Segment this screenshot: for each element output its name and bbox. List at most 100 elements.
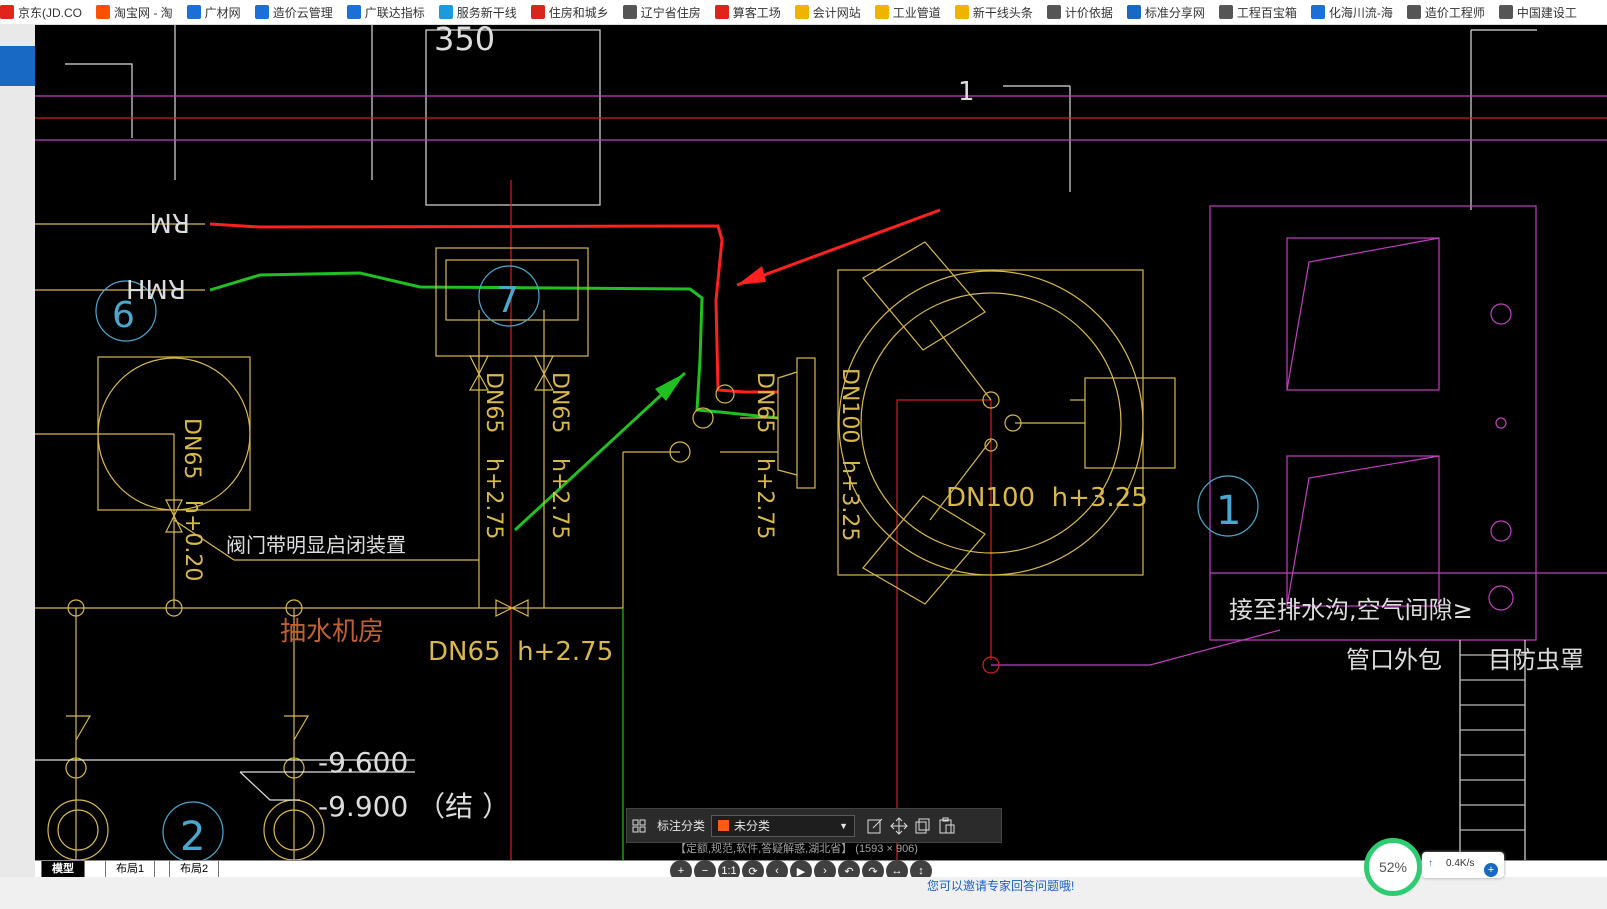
tab-layout1[interactable]: 布局1 xyxy=(105,861,156,878)
bookmark-label: 辽宁省住房 xyxy=(640,5,701,20)
bookmark-item[interactable]: 标准分享网 xyxy=(1126,4,1205,21)
h275-v3: h+2.75 xyxy=(547,458,572,539)
sidebar-active-marker[interactable] xyxy=(0,46,35,86)
bookmark-label: 广材网 xyxy=(204,5,241,20)
valve-note: 阀门带明显启闭装置 xyxy=(226,533,406,557)
dn65-v2: DN65 xyxy=(481,372,506,433)
taobao-icon xyxy=(96,5,110,19)
bookmark-item[interactable]: 住房和城乡 xyxy=(530,4,609,21)
h020-v: h+0.20 xyxy=(180,500,205,581)
dn65-main-label: DN65 h+2.75 xyxy=(428,637,613,667)
dn65-v1: DN65 xyxy=(179,418,204,479)
left-sidebar xyxy=(0,24,35,909)
bookmark-item[interactable]: 服务新干线 xyxy=(438,4,517,21)
circle-7-label: 7 xyxy=(496,280,519,321)
magenta-lines xyxy=(35,95,1607,666)
bookmark-item[interactable]: 淘宝网 - 淘 xyxy=(96,4,173,21)
red-lines xyxy=(35,117,1607,860)
bookmark-label: 标准分享网 xyxy=(1144,5,1205,20)
elevation-2: -9.900 （结 ） xyxy=(318,790,510,823)
bookmark-item[interactable]: 造价云管理 xyxy=(254,4,333,21)
bookmark-label: 京东(JD.CO xyxy=(18,5,82,20)
huahai-icon xyxy=(1310,5,1325,19)
globe-icon xyxy=(1406,5,1421,19)
copy-icon[interactable] xyxy=(911,814,935,838)
invite-expert-link[interactable]: 您可以邀请专家回答问题哦! xyxy=(927,877,1074,894)
equipment-lines xyxy=(35,223,1176,860)
bookmark-item[interactable]: 化海川流-海 xyxy=(1310,4,1393,21)
bookmark-label: 会计网站 xyxy=(812,5,861,20)
bottom-bar: 您可以邀请专家回答问题哦! xyxy=(0,877,1607,909)
label-rm: RM xyxy=(150,207,191,237)
bookmark-label: 中国建设工 xyxy=(1516,5,1577,20)
emblem-icon xyxy=(530,5,545,19)
globe-icon xyxy=(622,5,637,19)
bookmark-label: 计价依据 xyxy=(1064,5,1113,20)
bookmark-label: 淘宝网 - 淘 xyxy=(114,5,173,20)
bookmark-item[interactable]: 算客工场 xyxy=(714,4,781,21)
bookmark-item[interactable]: 京东(JD.CO xyxy=(0,4,82,21)
bookmark-label: 化海川流-海 xyxy=(1328,5,1393,20)
bookmark-item[interactable]: 广联达指标 xyxy=(346,4,425,21)
tab-layout2[interactable]: 布局2 xyxy=(169,861,220,878)
dn65-v4: DN65 xyxy=(752,372,777,433)
frame-lines xyxy=(65,24,1537,210)
edit-icon[interactable] xyxy=(863,814,887,838)
h275-v4: h+2.75 xyxy=(752,458,777,539)
bookmark-item[interactable]: 辽宁省住房 xyxy=(622,4,701,21)
drain-note-1: 接至排水沟,空气间隙≥ xyxy=(1229,596,1473,624)
bookmark-item[interactable]: 中国建设工 xyxy=(1498,4,1577,21)
bookmark-item[interactable]: 新干线头条 xyxy=(954,4,1033,21)
circle-2-label: 2 xyxy=(180,814,205,860)
red-pipe-highlight xyxy=(209,222,778,394)
bookmark-item[interactable]: 造价工程师 xyxy=(1406,4,1485,21)
folder-icon xyxy=(954,5,969,19)
circle-1-label: 1 xyxy=(1216,488,1241,534)
network-speed-widget[interactable]: ↑ 0.4K/s + xyxy=(1422,852,1504,878)
net-speed-value: 0.4K/s xyxy=(1446,858,1475,869)
dn100-main-label: DN100 h+3.25 xyxy=(946,483,1148,513)
zaojiayun-icon xyxy=(254,5,269,19)
upload-arrow-icon: ↑ xyxy=(1428,858,1433,869)
bookmarks-bar: 京东(JD.CO 淘宝网 - 淘 广材网 造价云管理 广联达指标 服务新干线 住房和城乡 辽宁… xyxy=(0,0,1607,25)
glodon-icon xyxy=(346,5,361,19)
bookmark-item[interactable]: 工程百宝箱 xyxy=(1218,4,1297,21)
paste-icon[interactable] xyxy=(935,814,959,838)
tab-model[interactable]: 模型 xyxy=(41,861,85,878)
cad-canvas[interactable]: 350 1 RM RMH 6 7 1 2 DN65 h+0.20 DN65 h+… xyxy=(35,24,1607,860)
suanke-icon xyxy=(714,5,729,19)
bookmark-label: 算客工场 xyxy=(732,5,781,20)
bookmark-label: 工程百宝箱 xyxy=(1236,5,1297,20)
dn100-v: DN100 xyxy=(837,368,862,443)
folder-icon xyxy=(874,5,889,19)
category-label: 标注分类 xyxy=(657,819,706,833)
category-select[interactable]: 未分类 ▼ xyxy=(711,814,856,837)
move-icon[interactable] xyxy=(887,814,911,838)
jd-icon xyxy=(0,5,14,19)
globe-icon xyxy=(1498,5,1513,19)
bookmark-label: 造价工程师 xyxy=(1424,5,1485,20)
memory-gauge[interactable]: 52% xyxy=(1364,838,1422,896)
globe-icon xyxy=(1218,5,1233,19)
plus-icon[interactable]: + xyxy=(1484,863,1498,877)
label-rmh: RMH xyxy=(126,273,186,303)
h325-v: h+3.25 xyxy=(837,460,862,541)
bookmark-item[interactable]: 会计网站 xyxy=(794,4,861,21)
h275-v2: h+2.75 xyxy=(481,458,506,539)
chevron-down-icon: ▼ xyxy=(839,820,849,831)
bookmark-item[interactable]: 计价依据 xyxy=(1046,4,1113,21)
bookmark-item[interactable]: 工业管道 xyxy=(874,4,941,21)
dn65-v3: DN65 xyxy=(547,372,572,433)
drain-note-2: 管口外包 xyxy=(1346,646,1442,674)
category-value: 未分类 xyxy=(734,819,771,833)
bookmark-item[interactable]: 广材网 xyxy=(186,4,241,21)
label-350: 350 xyxy=(434,24,495,58)
standard-icon xyxy=(1126,5,1141,19)
room-label: 抽水机房 xyxy=(280,617,384,647)
bookmark-label: 工业管道 xyxy=(892,5,941,20)
circle-6-label: 6 xyxy=(112,295,135,336)
service-icon xyxy=(438,5,453,19)
bookmark-label: 造价云管理 xyxy=(272,5,333,20)
grid-apps-icon[interactable] xyxy=(627,814,651,838)
image-info: 【定额,规范,软件,答疑解惑,湖北省】 (1593 × 906) xyxy=(675,843,918,855)
